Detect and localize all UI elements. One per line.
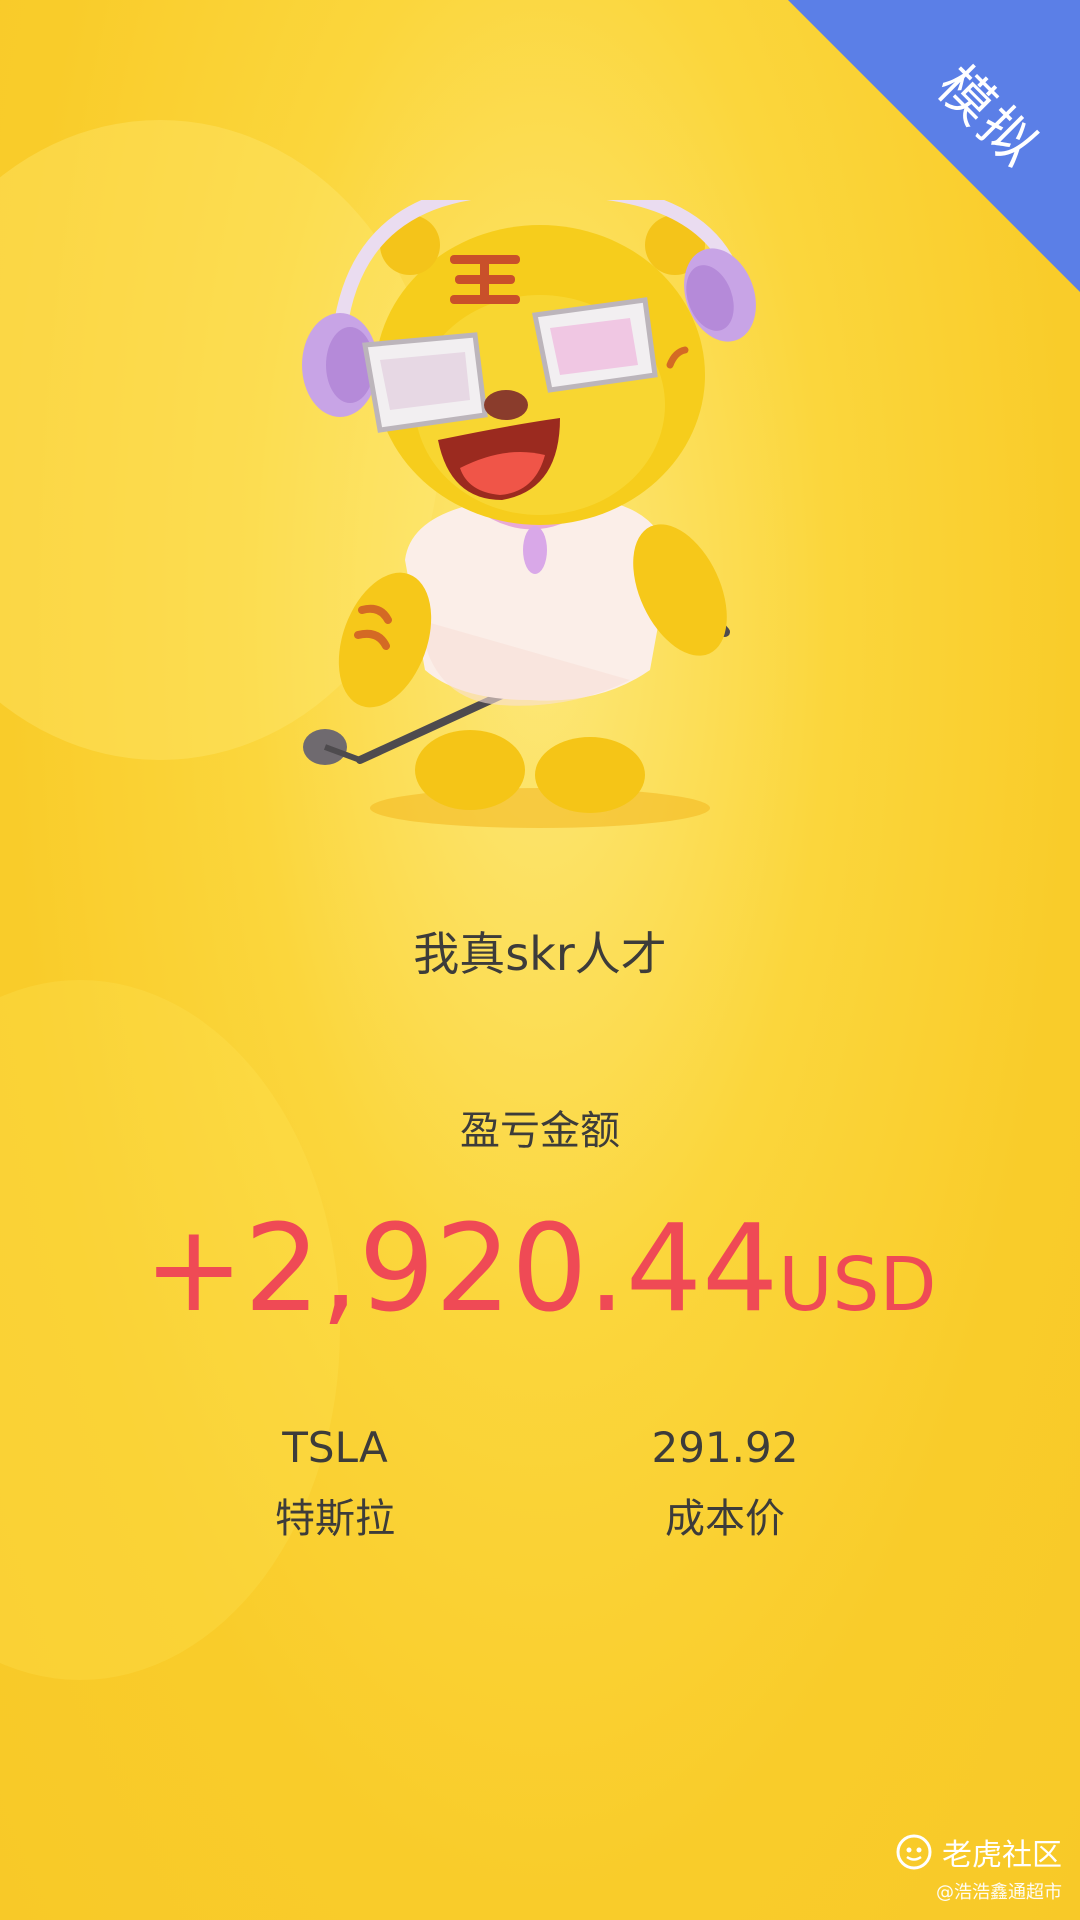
tiger-mascot-icon: [302, 200, 756, 828]
cost-price-value: 291.92: [651, 1423, 799, 1472]
watermark-handle: @浩浩鑫通超市: [936, 1882, 1062, 1903]
pnl-value: +2,920.44: [143, 1200, 779, 1339]
stock-name: 特斯拉: [275, 1496, 395, 1542]
stock-info: TSLA 特斯拉: [185, 1418, 485, 1548]
tiger-logo-icon: [896, 1834, 932, 1870]
pnl-label: 盈亏金额: [460, 1108, 620, 1154]
stock-symbol: TSLA: [282, 1423, 388, 1472]
watermark-brand: 老虎社区: [896, 1830, 1062, 1874]
cost-info: 291.92 成本价: [575, 1418, 875, 1548]
pnl-currency: USD: [778, 1242, 937, 1328]
slogan-text: 我真skr人才: [413, 927, 667, 981]
watermark-brand-label: 老虎社区: [942, 1838, 1062, 1873]
community-watermark: 老虎社区 @浩浩鑫通超市: [896, 1830, 1062, 1904]
pnl-amount: +2,920.44USD: [0, 1200, 1080, 1339]
cost-price-label: 成本价: [665, 1496, 785, 1542]
share-card: 模拟 我真skr人才 盈亏金额 +2,920.44USD TSLA 特斯拉 29…: [0, 0, 1080, 1920]
